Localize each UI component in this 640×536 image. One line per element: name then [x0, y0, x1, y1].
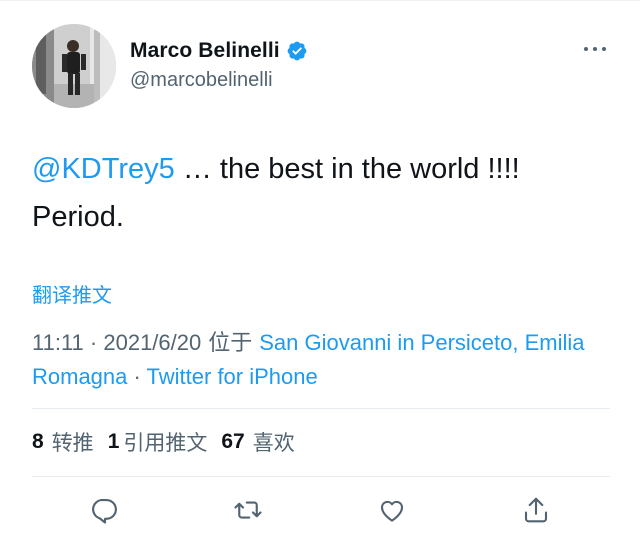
- tweet-text: @KDTrey5 … the best in the world !!!! Pe…: [32, 145, 612, 241]
- display-name[interactable]: Marco Belinelli: [130, 39, 280, 63]
- more-options-button[interactable]: [582, 38, 608, 60]
- avatar[interactable]: [32, 24, 116, 108]
- engagement-stats: 8 转推 1 引用推文 67 喜欢: [32, 425, 309, 459]
- divider: [32, 476, 610, 477]
- location-prefix: 位于: [201, 331, 260, 356]
- verified-badge-icon: [286, 40, 308, 62]
- author-name-row[interactable]: Marco Belinelli: [130, 38, 308, 64]
- tweet-text-body: … the best in the world !!!!: [174, 153, 520, 185]
- quotes-label[interactable]: 引用推文: [123, 427, 207, 457]
- tweet-metadata: 11:11 · 2021/6/20 位于 San Giovanni in Per…: [32, 326, 612, 393]
- reply-button[interactable]: [86, 492, 122, 528]
- meta-separator: ·: [83, 330, 104, 355]
- mention-link[interactable]: @KDTrey5: [32, 153, 175, 185]
- tweet-time[interactable]: 11:11: [32, 330, 84, 355]
- like-button[interactable]: [374, 492, 410, 528]
- retweets-count[interactable]: 8: [32, 430, 44, 454]
- more-horizontal-icon: [584, 47, 606, 51]
- tweet-date[interactable]: 2021/6/20: [103, 330, 201, 355]
- share-icon: [524, 497, 548, 523]
- share-button[interactable]: [518, 492, 554, 528]
- top-border: [0, 0, 640, 1]
- source-link[interactable]: Twitter for iPhone: [147, 364, 318, 389]
- action-bar: [0, 492, 640, 532]
- author-handle[interactable]: @marcobelinelli: [130, 69, 273, 92]
- retweet-icon: [234, 501, 262, 519]
- tweet-text-line2: Period.: [32, 201, 124, 233]
- avatar-photo: [32, 24, 116, 108]
- likes-count[interactable]: 67: [221, 430, 244, 454]
- reply-icon: [92, 498, 117, 524]
- retweets-label[interactable]: 转推: [52, 427, 94, 457]
- divider: [32, 408, 610, 409]
- meta-separator: ·: [127, 364, 147, 389]
- heart-icon: [380, 500, 404, 522]
- retweet-button[interactable]: [230, 492, 266, 528]
- likes-label[interactable]: 喜欢: [253, 427, 295, 457]
- translate-tweet-link[interactable]: 翻译推文: [32, 279, 112, 308]
- quotes-count[interactable]: 1: [108, 430, 120, 454]
